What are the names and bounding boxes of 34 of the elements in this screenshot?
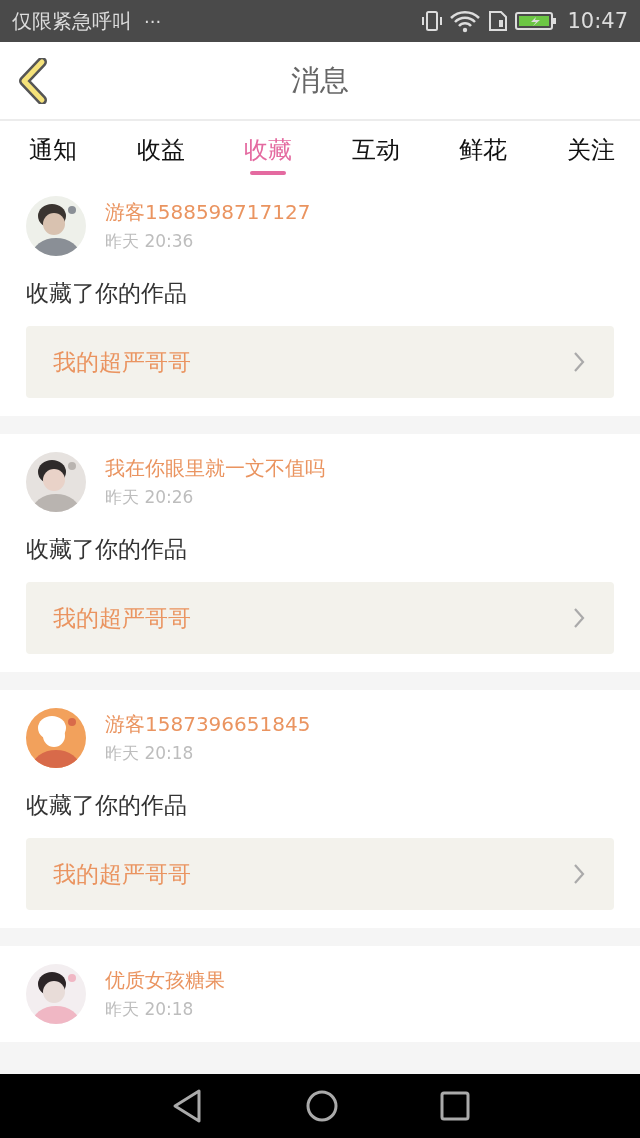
carrier-text: 仅限紧急呼叫	[12, 7, 132, 35]
tab[interactable]: 关注	[545, 121, 636, 178]
chevron-right-icon	[572, 351, 586, 373]
username[interactable]: 我在你眼里就一文不值吗	[105, 455, 325, 482]
work-link[interactable]: 我的超严哥哥	[26, 326, 614, 398]
recents-square-icon[interactable]	[439, 1091, 470, 1121]
work-link[interactable]: 我的超严哥哥	[26, 838, 614, 910]
timestamp: 昨天 20:18	[105, 998, 195, 1021]
tab[interactable]: 互动	[330, 121, 421, 178]
page-title: 消息	[291, 61, 349, 99]
username[interactable]: 优质女孩糖果	[105, 967, 225, 994]
vibrate-icon	[421, 9, 444, 33]
sim-card-icon	[487, 9, 510, 33]
username[interactable]: 游客1588598717127	[105, 199, 311, 226]
message-text: 收藏了你的作品	[26, 279, 188, 308]
clock-text: 10:47	[567, 9, 628, 33]
tab[interactable]: 收益	[115, 121, 206, 178]
back-icon[interactable]	[16, 58, 50, 104]
wifi-icon	[449, 9, 482, 33]
timestamp: 昨天 20:18	[105, 742, 195, 765]
chevron-right-icon	[572, 863, 586, 885]
tab[interactable]: 通知	[8, 121, 98, 178]
timestamp: 昨天 20:36	[105, 230, 195, 253]
message-text: 收藏了你的作品	[26, 791, 188, 820]
home-circle-icon[interactable]	[305, 1089, 339, 1123]
message-text: 收藏了你的作品	[26, 535, 188, 564]
timestamp: 昨天 20:26	[105, 486, 195, 509]
username[interactable]: 游客1587396651845	[105, 711, 311, 738]
tab[interactable]: 收藏	[223, 121, 314, 178]
work-link[interactable]: 我的超严哥哥	[26, 582, 614, 654]
more-indicator: ···	[144, 10, 162, 32]
battery-icon	[515, 9, 558, 33]
chevron-right-icon	[572, 607, 586, 629]
tab[interactable]: 鲜花	[438, 121, 529, 178]
